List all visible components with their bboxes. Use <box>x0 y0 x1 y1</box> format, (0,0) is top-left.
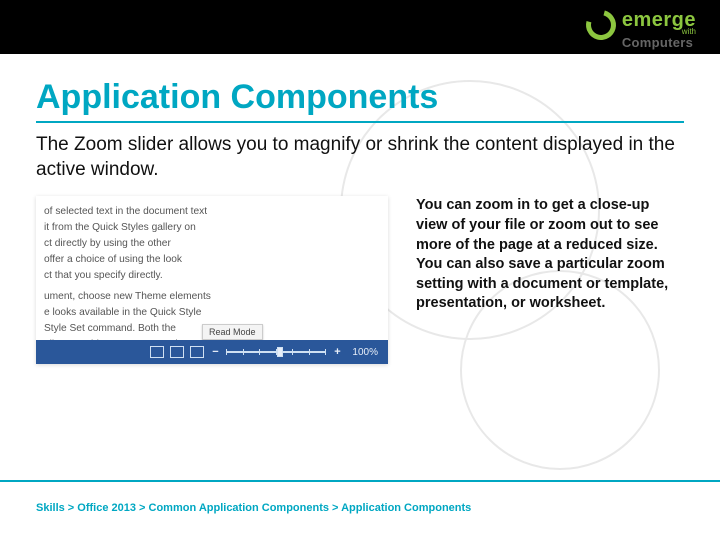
read-mode-view-icon[interactable] <box>150 346 164 358</box>
body-paragraph: You can zoom in to get a close-up view o… <box>416 196 684 313</box>
read-mode-tooltip: Read Mode <box>202 324 263 340</box>
zoom-slider-ticks <box>226 349 326 355</box>
two-column: of selected text in the document text it… <box>36 196 684 364</box>
doc-line: offer a choice of using the look <box>44 252 211 268</box>
slide-content: Application Components The Zoom slider a… <box>0 54 720 364</box>
zoom-percent-label[interactable]: 100% <box>352 347 378 358</box>
web-layout-view-icon[interactable] <box>190 346 204 358</box>
lead-text: The Zoom slider allows you to magnify or… <box>36 133 684 182</box>
zoom-out-button[interactable]: − <box>210 346 220 358</box>
logo-sub: Computers <box>622 36 696 49</box>
zoom-slider[interactable] <box>226 346 326 358</box>
footer-divider <box>0 480 720 482</box>
doc-line: of selected text in the document text <box>44 204 211 220</box>
word-screenshot: of selected text in the document text it… <box>36 196 388 364</box>
logo-mark-icon <box>580 5 621 46</box>
doc-line: e looks available in the Quick Style <box>44 305 211 321</box>
word-status-bar: − + 100% <box>36 340 388 364</box>
brand-logo: emerge with Computers <box>586 10 696 49</box>
doc-line: it from the Quick Styles gallery on <box>44 220 211 236</box>
top-bar: emerge with Computers <box>0 0 720 54</box>
breadcrumb: Skills > Office 2013 > Common Applicatio… <box>36 502 471 514</box>
print-layout-view-icon[interactable] <box>170 346 184 358</box>
zoom-in-button[interactable]: + <box>332 346 342 358</box>
doc-line: ument, choose new Theme elements <box>44 289 211 305</box>
doc-line: Style Set command. Both the <box>44 321 211 337</box>
logo-text: emerge with Computers <box>622 10 696 49</box>
page-title: Application Components <box>36 78 684 123</box>
doc-line: ct that you specify directly. <box>44 268 211 284</box>
doc-line: ct directly by using the other <box>44 236 211 252</box>
zoom-slider-thumb[interactable] <box>277 347 283 357</box>
